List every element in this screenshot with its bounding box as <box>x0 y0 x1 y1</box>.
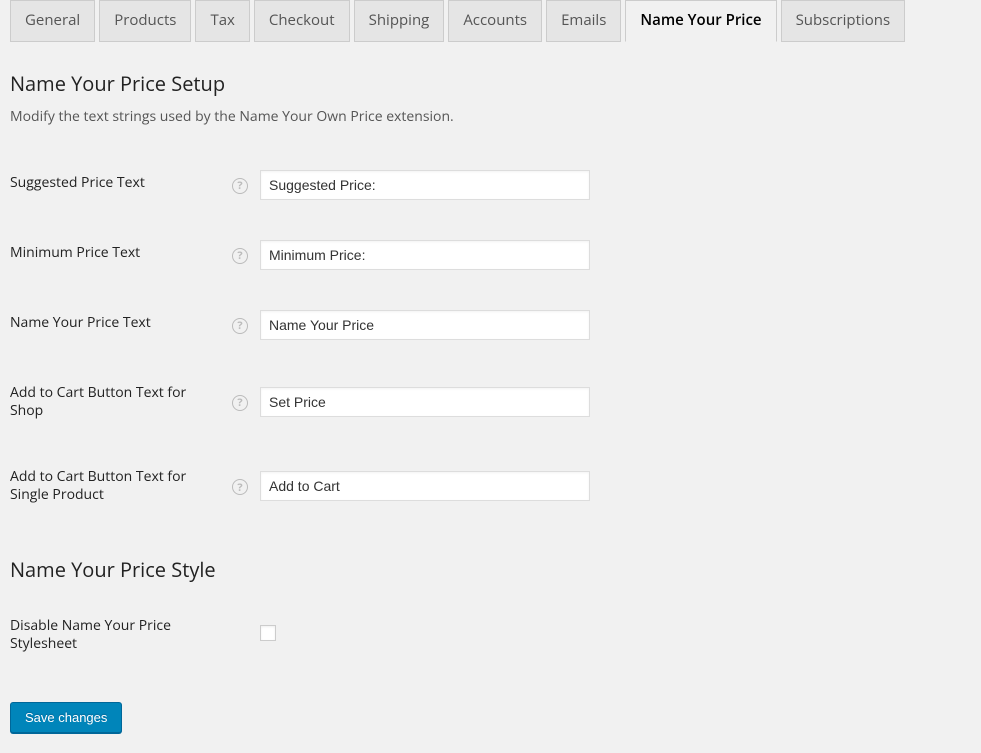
addtocart-single-input[interactable] <box>260 471 590 501</box>
setup-fields-table: Suggested Price Text ? Minimum Price Tex… <box>10 150 971 529</box>
section-setup-title: Name Your Price Setup <box>10 70 971 97</box>
save-changes-button[interactable]: Save changes <box>10 702 122 733</box>
addtocart-single-label: Add to Cart Button Text for Single Produ… <box>10 444 230 528</box>
help-icon[interactable]: ? <box>232 248 248 264</box>
tab-checkout[interactable]: Checkout <box>254 0 350 42</box>
minimum-price-input[interactable] <box>260 240 590 270</box>
nyp-text-label: Name Your Price Text <box>10 290 230 360</box>
disable-stylesheet-label: Disable Name Your Price Stylesheet <box>10 593 230 677</box>
section-style-title: Name Your Price Style <box>10 556 971 583</box>
tab-tax[interactable]: Tax <box>195 0 249 42</box>
help-icon[interactable]: ? <box>232 479 248 495</box>
tab-name-your-price[interactable]: Name Your Price <box>625 0 776 42</box>
tab-shipping[interactable]: Shipping <box>354 0 445 42</box>
tab-products[interactable]: Products <box>99 0 191 42</box>
suggested-price-input[interactable] <box>260 170 590 200</box>
help-icon[interactable]: ? <box>232 318 248 334</box>
settings-tabs: General Products Tax Checkout Shipping A… <box>10 0 971 42</box>
addtocart-shop-input[interactable] <box>260 387 590 417</box>
tab-emails[interactable]: Emails <box>546 0 621 42</box>
tab-general[interactable]: General <box>10 0 95 42</box>
nyp-text-input[interactable] <box>260 310 590 340</box>
addtocart-shop-label: Add to Cart Button Text for Shop <box>10 360 230 444</box>
minimum-price-label: Minimum Price Text <box>10 220 230 290</box>
section-setup-desc: Modify the text strings used by the Name… <box>10 107 971 126</box>
help-icon[interactable]: ? <box>232 178 248 194</box>
tab-subscriptions[interactable]: Subscriptions <box>781 0 906 42</box>
help-icon[interactable]: ? <box>232 395 248 411</box>
tab-accounts[interactable]: Accounts <box>448 0 542 42</box>
disable-stylesheet-checkbox[interactable] <box>260 625 276 641</box>
suggested-price-label: Suggested Price Text <box>10 150 230 220</box>
style-fields-table: Disable Name Your Price Stylesheet <box>10 593 971 677</box>
